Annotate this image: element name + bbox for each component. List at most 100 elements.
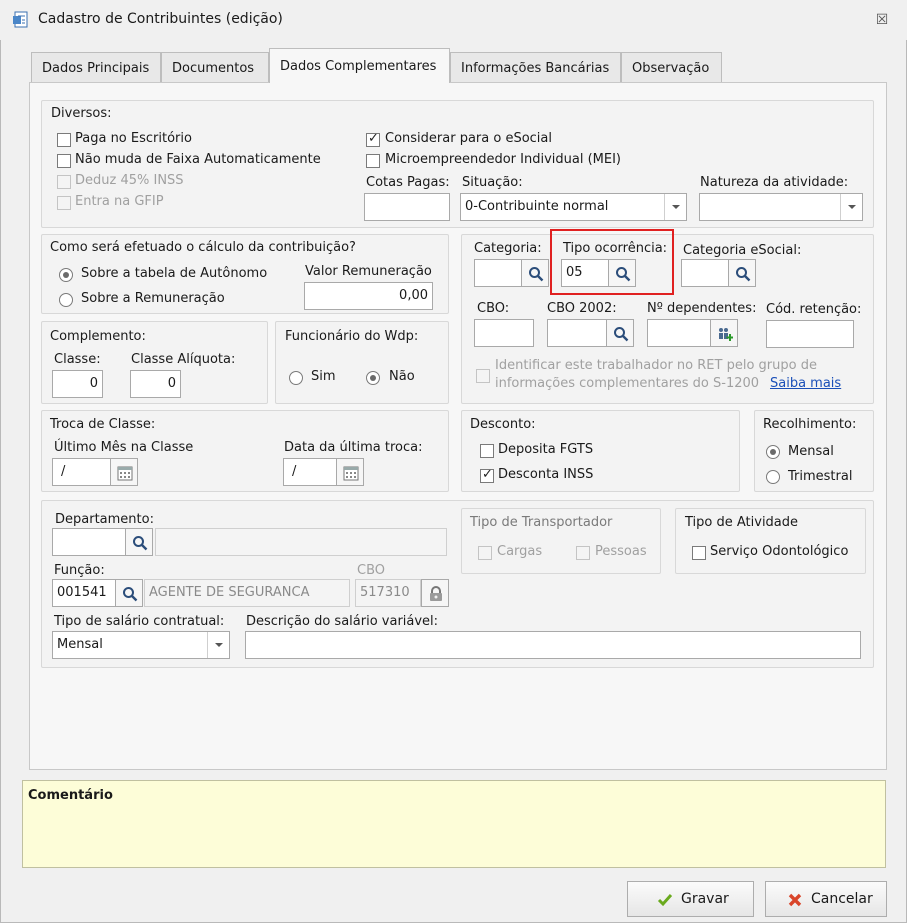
cbo2002-search-button[interactable] — [606, 319, 634, 347]
situacao-label: Situação: — [462, 175, 523, 190]
categoria-esocial-search-button[interactable] — [728, 259, 756, 287]
ret-identificar-checkbox[interactable] — [476, 369, 490, 383]
tab-label: Informações Bancárias — [461, 61, 610, 76]
cancelar-label: Cancelar — [811, 891, 873, 907]
classe-aliquota-label: Classe Alíquota: — [131, 352, 236, 367]
categoria-label: Categoria: — [474, 241, 542, 256]
tab-documentos[interactable]: Documentos — [161, 52, 269, 82]
desconta-inss-checkbox[interactable]: ✓ — [480, 467, 494, 483]
mei-checkbox[interactable] — [366, 154, 380, 168]
gravar-label: Gravar — [681, 891, 729, 907]
funcao-cbo-input: 517310 — [355, 579, 421, 607]
deduz-inss-checkbox[interactable] — [57, 175, 71, 189]
servico-odontologico-label: Serviço Odontológico — [710, 544, 849, 559]
recolhimento-trimestral-radio[interactable] — [766, 470, 780, 484]
cbo-label: CBO: — [477, 301, 510, 316]
categoria-input[interactable] — [474, 259, 522, 287]
gravar-button[interactable]: Gravar — [627, 881, 754, 917]
situacao-value: 0-Contribuinte normal — [465, 199, 609, 214]
comentario-textarea[interactable]: Comentário — [22, 780, 886, 868]
cotas-pagas-label: Cotas Pagas: — [366, 175, 450, 190]
chevron-down-icon[interactable] — [840, 194, 862, 220]
wdp-sim-radio[interactable] — [289, 371, 303, 385]
close-icon[interactable]: ☒ — [872, 10, 892, 30]
chevron-down-icon[interactable] — [207, 632, 229, 658]
cotas-pagas-input[interactable] — [364, 193, 450, 221]
departamento-name-input — [155, 528, 447, 556]
recolhimento-mensal-radio[interactable] — [766, 445, 780, 459]
cargas-checkbox[interactable] — [478, 546, 492, 560]
ultimo-mes-input[interactable]: / — [52, 458, 111, 486]
retencao-label: Cód. retenção: — [766, 302, 862, 317]
search-icon — [123, 587, 138, 602]
calculo-autonomo-radio[interactable] — [59, 268, 73, 282]
paga-escritorio-checkbox[interactable] — [57, 133, 71, 147]
considerar-esocial-label: Considerar para o eSocial — [385, 131, 552, 146]
group-title-complemento: Complemento: — [50, 329, 146, 344]
classe-input[interactable]: 0 — [52, 370, 103, 398]
tab-label: Observação — [632, 61, 710, 76]
cargas-label: Cargas — [497, 544, 543, 559]
nao-muda-faixa-checkbox[interactable] — [57, 154, 71, 168]
classe-aliquota-input[interactable]: 0 — [130, 370, 181, 398]
tipo-ocorrencia-highlight — [550, 229, 674, 295]
natureza-select[interactable] — [699, 193, 863, 221]
dependentes-input[interactable] — [647, 319, 711, 347]
chevron-down-icon[interactable] — [664, 194, 686, 220]
funcao-cbo-lock-button[interactable] — [421, 579, 449, 607]
deposita-fgts-label: Deposita FGTS — [498, 442, 594, 457]
entra-gfip-checkbox[interactable] — [57, 196, 71, 210]
group-title-recolhimento: Recolhimento: — [763, 417, 857, 432]
valor-remuneracao-label: Valor Remuneração — [305, 264, 432, 279]
tab-dados-principais[interactable]: Dados Principais — [31, 52, 161, 82]
data-ultima-troca-calendar-button[interactable] — [336, 458, 364, 486]
tipo-salario-select[interactable]: Mensal — [52, 631, 230, 659]
categoria-esocial-input[interactable] — [681, 259, 729, 287]
group-title-desconto: Desconto: — [470, 417, 536, 432]
retencao-input[interactable] — [766, 320, 854, 348]
search-icon — [133, 536, 148, 551]
group-title-diversos: Diversos: — [51, 106, 112, 121]
categoria-search-button[interactable] — [521, 259, 549, 287]
tab-dados-complementares[interactable]: Dados Complementares — [269, 48, 450, 83]
group-title-calculo: Como será efetuado o cálculo da contribu… — [50, 240, 356, 255]
servico-odontologico-checkbox[interactable] — [692, 546, 706, 560]
departamento-search-button[interactable] — [125, 528, 153, 556]
wdp-nao-radio[interactable] — [366, 371, 380, 385]
calculo-remuneracao-radio[interactable] — [59, 293, 73, 307]
funcao-search-button[interactable] — [115, 579, 143, 607]
group-title-tipo-atividade: Tipo de Atividade — [685, 515, 799, 530]
classe-label: Classe: — [54, 352, 101, 367]
data-ultima-troca-input[interactable]: / — [283, 458, 337, 486]
cbo-input[interactable] — [474, 319, 534, 347]
valor-remuneracao-input[interactable]: 0,00 — [304, 282, 433, 310]
pessoas-label: Pessoas — [595, 544, 647, 559]
dependentes-add-button[interactable] — [710, 319, 738, 347]
check-icon: ✓ — [482, 467, 493, 482]
cancelar-button[interactable]: Cancelar — [765, 881, 887, 917]
cancel-x-icon — [788, 893, 802, 907]
search-icon — [529, 267, 544, 282]
tab-observacao[interactable]: Observação — [621, 52, 722, 82]
saiba-mais-link[interactable]: Saiba mais — [770, 376, 841, 391]
title-bar: Cadastro de Contribuintes (edição) ☒ — [0, 0, 907, 40]
situacao-select[interactable]: 0-Contribuinte normal — [460, 193, 687, 221]
add-dependents-icon — [719, 328, 733, 341]
funcao-code-input[interactable]: 001541 — [52, 579, 116, 607]
descricao-salario-input[interactable] — [245, 631, 861, 659]
considerar-esocial-checkbox[interactable]: ✓ — [366, 131, 380, 147]
pessoas-checkbox[interactable] — [576, 546, 590, 560]
deposita-fgts-checkbox[interactable] — [480, 444, 494, 458]
ultimo-mes-calendar-button[interactable] — [110, 458, 138, 486]
desconta-inss-label: Desconta INSS — [498, 467, 594, 482]
calendar-icon — [343, 466, 359, 481]
departamento-label: Departamento: — [55, 512, 154, 527]
recolhimento-mensal-label: Mensal — [788, 444, 834, 459]
tab-informacoes-bancarias[interactable]: Informações Bancárias — [450, 52, 621, 82]
departamento-code-input[interactable] — [52, 528, 126, 556]
tab-label: Documentos — [172, 61, 255, 76]
dependentes-label: Nº dependentes: — [647, 301, 757, 316]
data-ultima-troca-label: Data da última troca: — [284, 440, 423, 455]
ret-text-line1: Identificar este trabalhador no RET pelo… — [495, 358, 817, 373]
cbo2002-input[interactable] — [547, 319, 607, 347]
